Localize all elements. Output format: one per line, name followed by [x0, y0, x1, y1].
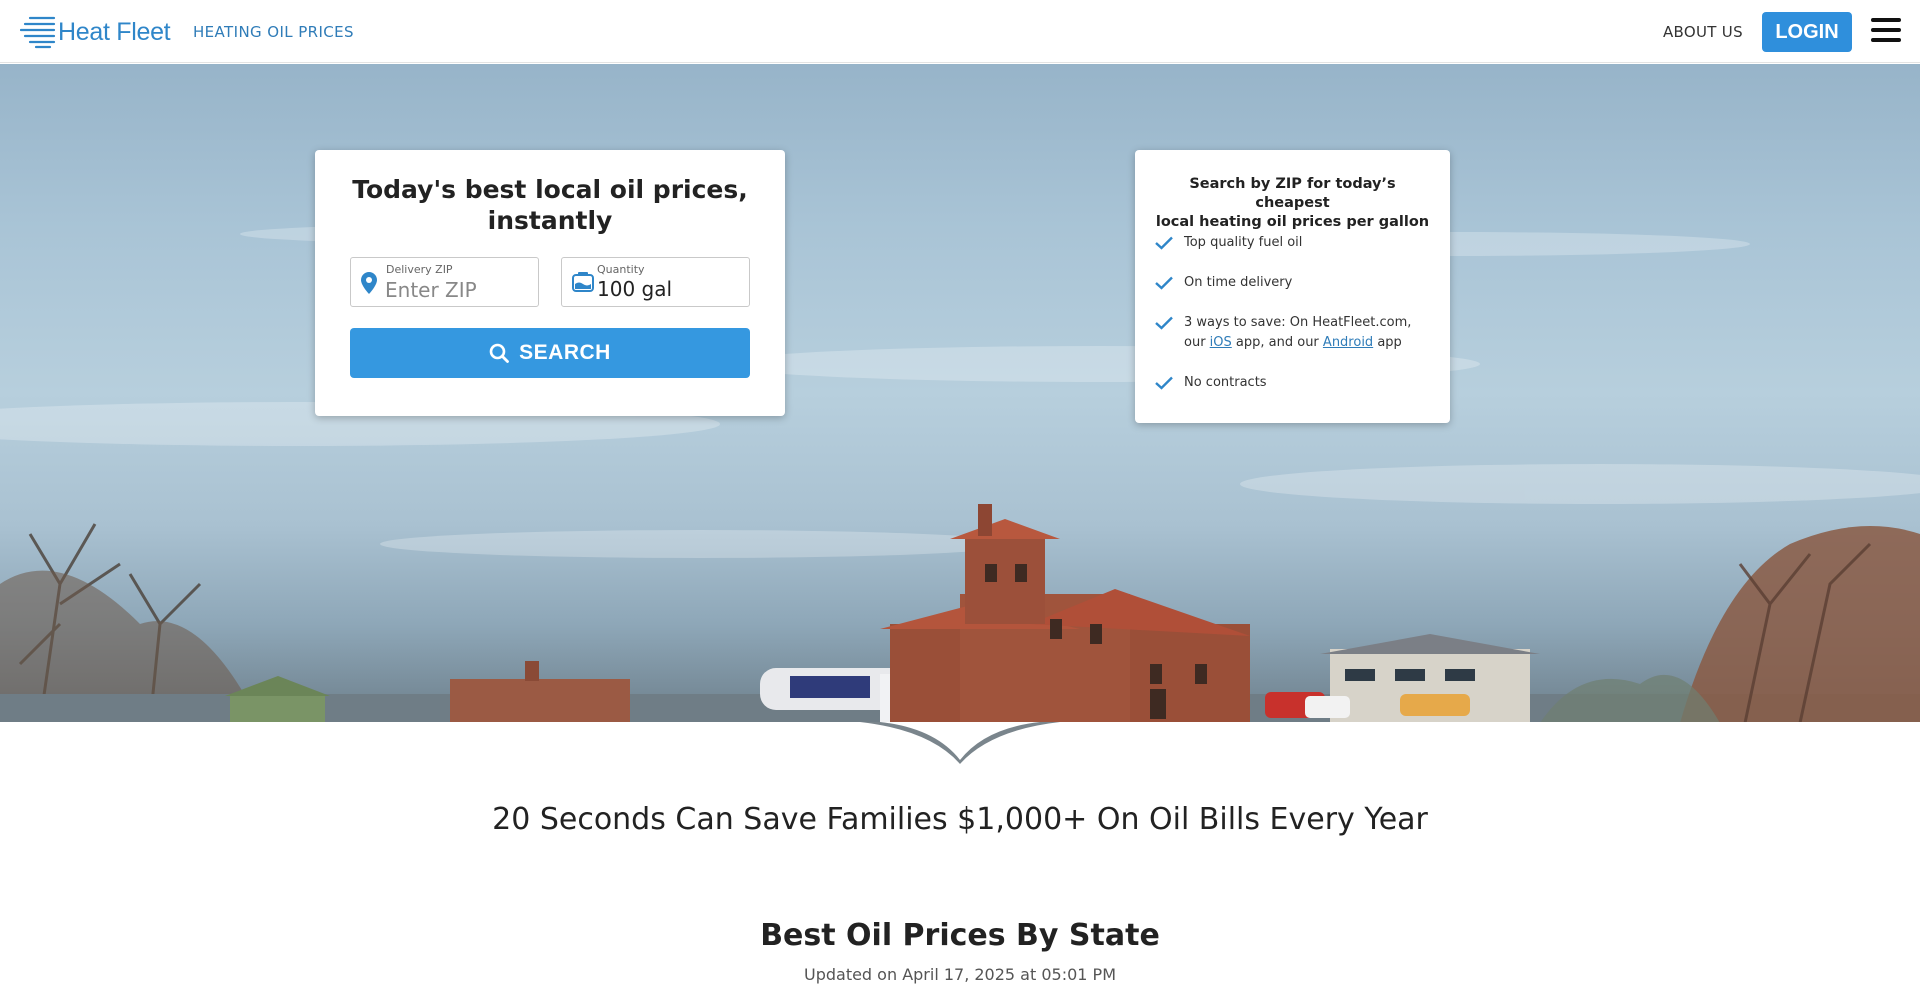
logo-icon	[20, 16, 56, 49]
delivery-zip-input[interactable]	[385, 277, 530, 303]
hamburger-icon[interactable]	[1871, 18, 1901, 44]
ios-app-link[interactable]: iOS	[1210, 335, 1232, 350]
hero-house-photo	[0, 224, 1920, 723]
hero-bottom-notch	[0, 722, 1920, 766]
search-icon	[489, 343, 510, 363]
location-pin-icon	[361, 272, 377, 294]
quantity-value[interactable]: 100 gal	[597, 277, 672, 301]
quantity-label: Quantity	[597, 263, 645, 276]
heat-fleet-logo[interactable]: Heat Fleet	[20, 14, 171, 50]
checkmark-icon	[1155, 236, 1173, 250]
benefit-item: On time delivery	[1155, 273, 1435, 293]
nav-link-heating-oil-prices[interactable]: HEATING OIL PRICES	[193, 23, 354, 41]
savings-tagline: 20 Seconds Can Save Families $1,000+ On …	[492, 802, 1428, 837]
oil-price-search-card: Today's best local oil prices, instantly …	[315, 150, 785, 416]
benefit-item: 3 ways to save: On HeatFleet.com, our iO…	[1155, 313, 1435, 353]
search-card-title: Today's best local oil prices, instantly	[352, 175, 748, 235]
state-prices-updated: Updated on April 17, 2025 at 05:01 PM	[803, 965, 1116, 984]
nav-link-about-us[interactable]: ABOUT US	[1663, 23, 1743, 41]
benefit-item: No contracts	[1155, 373, 1435, 393]
logo-text: Heat Fleet	[58, 17, 171, 46]
state-prices-title: Best Oil Prices By State	[760, 918, 1160, 953]
benefits-list: Top quality fuel oil On time delivery 3 …	[1155, 233, 1435, 413]
search-button-label: SEARCH	[519, 341, 611, 364]
checkmark-icon	[1155, 376, 1173, 390]
search-button[interactable]: SEARCH	[350, 328, 750, 378]
login-button[interactable]: LOGIN	[1762, 12, 1852, 52]
delivery-zip-label: Delivery ZIP	[386, 263, 453, 276]
top-navbar: Heat Fleet HEATING OIL PRICES ABOUT US L…	[0, 0, 1920, 63]
checkmark-icon	[1155, 316, 1173, 330]
checkmark-icon	[1155, 276, 1173, 290]
quantity-field[interactable]: Quantity 100 gal	[561, 257, 750, 307]
benefit-item: Top quality fuel oil	[1155, 233, 1435, 253]
benefits-card: Search by ZIP for today’s cheapest local …	[1135, 150, 1450, 423]
benefits-card-title: Search by ZIP for today’s cheapest local …	[1155, 176, 1430, 230]
android-app-link[interactable]: Android	[1323, 335, 1373, 350]
delivery-zip-field[interactable]: Delivery ZIP	[350, 257, 539, 307]
fuel-tank-icon	[572, 272, 594, 292]
hero-banner: Today's best local oil prices, instantly …	[0, 64, 1920, 723]
